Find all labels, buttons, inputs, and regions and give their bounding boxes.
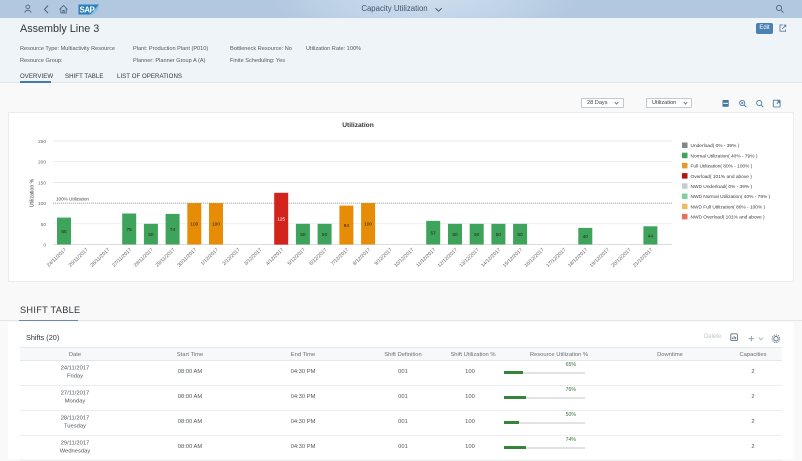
svg-text:Utilization %: Utilization %	[30, 178, 36, 207]
svg-text:200: 200	[38, 160, 46, 166]
svg-text:4/12/2017: 4/12/2017	[265, 247, 285, 267]
svg-text:100% Utilization: 100% Utilization	[56, 197, 89, 202]
svg-text:NWD Full Utilization( 80% - 10: NWD Full Utilization( 80% - 100% )	[691, 204, 766, 210]
svg-text:Underload( 0% - 39% ): Underload( 0% - 39% )	[691, 143, 740, 149]
svg-text:14/12/2017: 14/12/2017	[480, 247, 502, 269]
svg-text:NWD Overload( 101% and above ): NWD Overload( 101% and above )	[691, 215, 766, 221]
svg-text:5/12/2017: 5/12/2017	[287, 247, 307, 267]
svg-text:25/11/2017: 25/11/2017	[68, 247, 90, 269]
svg-text:15/12/2017: 15/12/2017	[502, 247, 524, 269]
svg-text:SAP: SAP	[80, 5, 95, 14]
svg-text:100: 100	[212, 222, 220, 228]
svg-text:0: 0	[43, 243, 46, 249]
svg-text:9/12/2017: 9/12/2017	[374, 247, 394, 267]
svg-text:94: 94	[344, 223, 350, 229]
svg-text:28/11/2017: 28/11/2017	[133, 247, 155, 269]
svg-text:10/12/2017: 10/12/2017	[393, 247, 415, 269]
svg-text:50: 50	[300, 232, 306, 238]
svg-text:Overload( 101% and above ): Overload( 101% and above )	[691, 174, 753, 180]
svg-text:50: 50	[322, 232, 328, 238]
svg-text:50: 50	[148, 232, 154, 238]
svg-text:50: 50	[41, 222, 47, 228]
svg-text:16/12/2017: 16/12/2017	[524, 247, 546, 269]
svg-text:24/11/2017: 24/11/2017	[46, 247, 68, 269]
svg-text:19/12/2017: 19/12/2017	[589, 247, 611, 269]
svg-text:13/12/2017: 13/12/2017	[458, 247, 480, 269]
svg-text:65: 65	[61, 229, 67, 235]
svg-text:27/11/2017: 27/11/2017	[111, 247, 133, 269]
svg-text:12/12/2017: 12/12/2017	[437, 247, 459, 269]
svg-text:NWD Underload( 0% - 39% ): NWD Underload( 0% - 39% )	[691, 184, 753, 190]
svg-text:7/12/2017: 7/12/2017	[330, 247, 350, 267]
svg-text:30/11/2017: 30/11/2017	[176, 247, 198, 269]
svg-text:50: 50	[496, 232, 502, 238]
svg-text:44: 44	[648, 233, 654, 239]
svg-text:3/12/2017: 3/12/2017	[243, 247, 263, 267]
svg-text:57: 57	[431, 231, 437, 237]
svg-text:250: 250	[38, 139, 46, 145]
svg-text:8/12/2017: 8/12/2017	[352, 247, 372, 267]
svg-text:150: 150	[38, 180, 46, 186]
svg-text:40: 40	[583, 234, 589, 240]
svg-text:21/12/2017: 21/12/2017	[632, 247, 654, 269]
svg-text:2/12/2017: 2/12/2017	[222, 247, 242, 267]
svg-text:50: 50	[474, 232, 480, 238]
svg-text:1/12/2017: 1/12/2017	[200, 247, 220, 267]
svg-text:75: 75	[127, 227, 133, 233]
svg-text:NWD Normal Utilization( 40% -: NWD Normal Utilization( 40% - 79% )	[691, 194, 771, 200]
svg-text:125: 125	[277, 217, 285, 223]
svg-text:Full Utilization( 80% - 100% ): Full Utilization( 80% - 100% )	[691, 164, 753, 170]
svg-text:50: 50	[452, 232, 458, 238]
svg-text:17/12/2017: 17/12/2017	[545, 247, 567, 269]
svg-text:100: 100	[364, 222, 372, 228]
svg-text:50: 50	[517, 232, 523, 238]
svg-text:Utilization: Utilization	[342, 122, 374, 129]
svg-text:20/12/2017: 20/12/2017	[610, 247, 632, 269]
svg-text:18/12/2017: 18/12/2017	[567, 247, 589, 269]
svg-text:Normal Utilization( 40% - 79%: Normal Utilization( 40% - 79% )	[691, 153, 758, 159]
svg-text:74: 74	[170, 227, 176, 233]
svg-text:6/12/2017: 6/12/2017	[308, 247, 328, 267]
svg-text:100: 100	[190, 222, 198, 228]
svg-text:29/11/2017: 29/11/2017	[155, 247, 177, 269]
svg-text:100: 100	[38, 201, 46, 207]
svg-text:26/11/2017: 26/11/2017	[89, 247, 111, 269]
svg-text:11/12/2017: 11/12/2017	[415, 247, 437, 269]
